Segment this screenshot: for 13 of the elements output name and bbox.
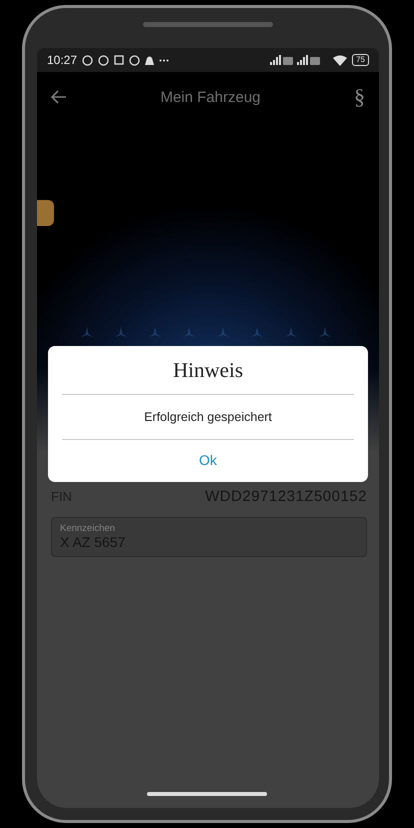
back-button[interactable] — [51, 90, 67, 104]
screen-title: Mein Fahrzeug — [159, 88, 262, 106]
battery-level: 75 — [352, 54, 369, 66]
dialog-title: Hinweis — [62, 358, 354, 395]
wifi-icon — [333, 54, 348, 66]
side-tab-icon[interactable] — [37, 200, 54, 226]
dialog-message: Erfolgreich gespeichert — [62, 395, 354, 440]
legal-button[interactable]: § — [354, 84, 365, 110]
status-time: 10:27 — [47, 53, 78, 67]
ok-button[interactable]: Ok — [179, 440, 237, 472]
message-icon — [114, 55, 124, 65]
field-label: Kennzeichen — [60, 523, 116, 534]
more-icon — [159, 58, 170, 62]
